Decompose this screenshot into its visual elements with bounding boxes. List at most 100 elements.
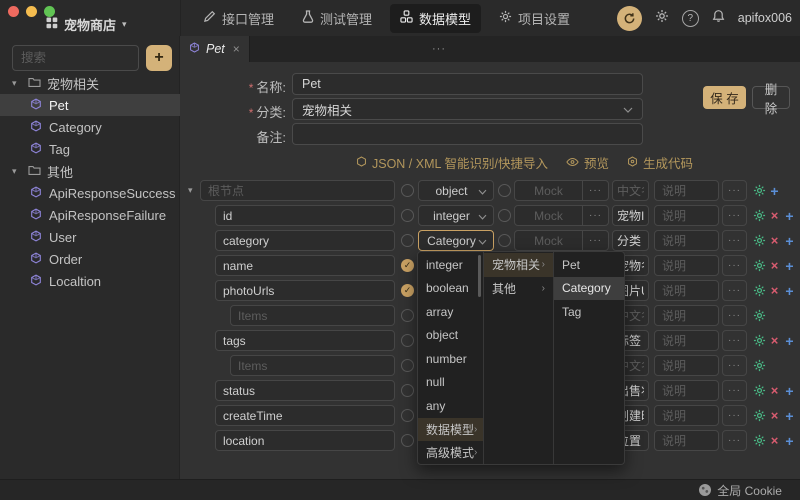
more-options-button[interactable]: ··· <box>722 230 747 251</box>
add-field-icon[interactable]: + <box>783 408 796 423</box>
model-group-宠物相关[interactable]: 宠物相关› <box>484 253 553 277</box>
more-options-button[interactable]: ··· <box>722 380 747 401</box>
menu-item-高级模式[interactable]: 高级模式› <box>418 441 483 465</box>
field-name-input[interactable] <box>215 280 395 301</box>
add-field-icon[interactable]: + <box>783 233 796 248</box>
advanced-settings-icon[interactable] <box>753 333 766 348</box>
description-input[interactable] <box>654 305 719 326</box>
field-name-input[interactable] <box>215 230 395 251</box>
nav-tab-settings[interactable]: 项目设置 <box>489 4 580 33</box>
global-cookie-label[interactable]: 全局 Cookie <box>717 482 782 499</box>
description-input[interactable] <box>654 180 719 201</box>
scrollbar-thumb[interactable] <box>478 255 481 297</box>
sidebar-item-localtion[interactable]: Localtion <box>0 270 180 292</box>
required-checkbox[interactable] <box>401 334 414 347</box>
description-input[interactable] <box>654 230 719 251</box>
field-type-select[interactable]: object <box>418 180 494 201</box>
delete-field-icon[interactable]: × <box>768 383 781 398</box>
field-name-input[interactable] <box>215 430 395 451</box>
nav-tab-model[interactable]: 数据模型 <box>390 4 481 33</box>
mock-input[interactable] <box>515 231 582 250</box>
type-option-number[interactable]: number <box>418 347 483 371</box>
description-input[interactable] <box>654 330 719 351</box>
bell-icon[interactable] <box>712 9 725 27</box>
required-checkbox[interactable]: ✓ <box>401 259 414 272</box>
more-options-button[interactable]: ··· <box>722 180 747 201</box>
description-input[interactable] <box>654 205 719 226</box>
type-option-integer[interactable]: integer <box>418 253 483 277</box>
model-option-pet[interactable]: Pet <box>554 253 624 277</box>
advanced-settings-icon[interactable] <box>753 383 766 398</box>
required-checkbox[interactable] <box>401 409 414 422</box>
required-checkbox[interactable] <box>401 209 414 222</box>
tree-folder[interactable]: ▾其他 <box>0 160 180 182</box>
field-type-select[interactable]: integer <box>418 205 494 226</box>
advanced-settings-icon[interactable] <box>753 208 766 223</box>
required-checkbox[interactable] <box>401 384 414 397</box>
sidebar-item-tag[interactable]: Tag <box>0 138 180 160</box>
delete-field-icon[interactable]: × <box>768 433 781 448</box>
field-name-input[interactable] <box>215 205 395 226</box>
description-input[interactable] <box>654 380 719 401</box>
delete-field-icon[interactable]: × <box>768 283 781 298</box>
delete-button[interactable]: 删除 <box>752 86 790 109</box>
save-button[interactable]: 保 存 <box>703 86 746 109</box>
delete-field-icon[interactable]: × <box>768 208 781 223</box>
tab-more-button[interactable]: ··· <box>432 36 446 62</box>
add-field-icon[interactable]: + <box>783 383 796 398</box>
model-name-input[interactable] <box>292 73 643 95</box>
advanced-settings-icon[interactable] <box>753 233 766 248</box>
smart-import-link[interactable]: JSON / XML 智能识别/快捷导入 <box>356 153 548 172</box>
field-name-input[interactable] <box>215 330 395 351</box>
delete-field-icon[interactable]: × <box>768 408 781 423</box>
mock-more-button[interactable]: ··· <box>582 231 608 250</box>
sidebar-item-order[interactable]: Order <box>0 248 180 270</box>
required-checkbox[interactable] <box>401 184 414 197</box>
more-options-button[interactable]: ··· <box>722 280 747 301</box>
help-icon[interactable]: ? <box>682 10 699 27</box>
add-field-icon[interactable]: + <box>783 208 796 223</box>
description-input[interactable] <box>654 355 719 376</box>
more-options-button[interactable]: ··· <box>722 430 747 451</box>
title-input[interactable] <box>612 230 649 251</box>
add-field-icon[interactable]: + <box>768 183 781 198</box>
add-field-icon[interactable]: + <box>783 283 796 298</box>
add-field-icon[interactable]: + <box>783 433 796 448</box>
sidebar-item-category[interactable]: Category <box>0 116 180 138</box>
advanced-settings-icon[interactable] <box>753 183 766 198</box>
more-options-button[interactable]: ··· <box>722 255 747 276</box>
type-option-null[interactable]: null <box>418 371 483 395</box>
field-name-input[interactable] <box>230 305 395 326</box>
mock-more-button[interactable]: ··· <box>582 206 608 225</box>
gear-icon[interactable] <box>655 9 669 28</box>
add-field-icon[interactable]: + <box>783 333 796 348</box>
codegen-link[interactable]: 生成代码 <box>627 153 693 172</box>
nav-tab-test[interactable]: 测试管理 <box>292 4 382 33</box>
model-option-tag[interactable]: Tag <box>554 300 624 324</box>
advanced-settings-icon[interactable] <box>753 283 766 298</box>
sidebar-item-apiresponsesuccess[interactable]: ApiResponseSuccess <box>0 182 180 204</box>
advanced-settings-icon[interactable] <box>753 408 766 423</box>
title-input[interactable] <box>612 180 649 201</box>
required-checkbox[interactable] <box>401 234 414 247</box>
preview-link[interactable]: 预览 <box>566 153 609 172</box>
minimize-window-button[interactable] <box>26 6 37 17</box>
field-name-input[interactable] <box>215 380 395 401</box>
advanced-settings-icon[interactable] <box>753 308 766 323</box>
more-options-button[interactable]: ··· <box>722 205 747 226</box>
more-options-button[interactable]: ··· <box>722 305 747 326</box>
secondary-checkbox[interactable] <box>498 234 511 247</box>
field-name-input[interactable] <box>200 180 395 201</box>
type-option-boolean[interactable]: boolean <box>418 277 483 301</box>
menu-item-数据模型[interactable]: 数据模型› <box>418 418 483 442</box>
close-window-button[interactable] <box>8 6 19 17</box>
search-input[interactable] <box>12 45 139 71</box>
model-option-category[interactable]: Category <box>554 277 624 301</box>
description-input[interactable] <box>654 405 719 426</box>
field-type-select[interactable]: Category <box>418 230 494 251</box>
more-options-button[interactable]: ··· <box>722 355 747 376</box>
add-field-icon[interactable]: + <box>783 258 796 273</box>
sidebar-item-apiresponsefailure[interactable]: ApiResponseFailure <box>0 204 180 226</box>
sidebar-item-pet[interactable]: Pet <box>0 94 180 116</box>
required-checkbox[interactable] <box>401 359 414 372</box>
